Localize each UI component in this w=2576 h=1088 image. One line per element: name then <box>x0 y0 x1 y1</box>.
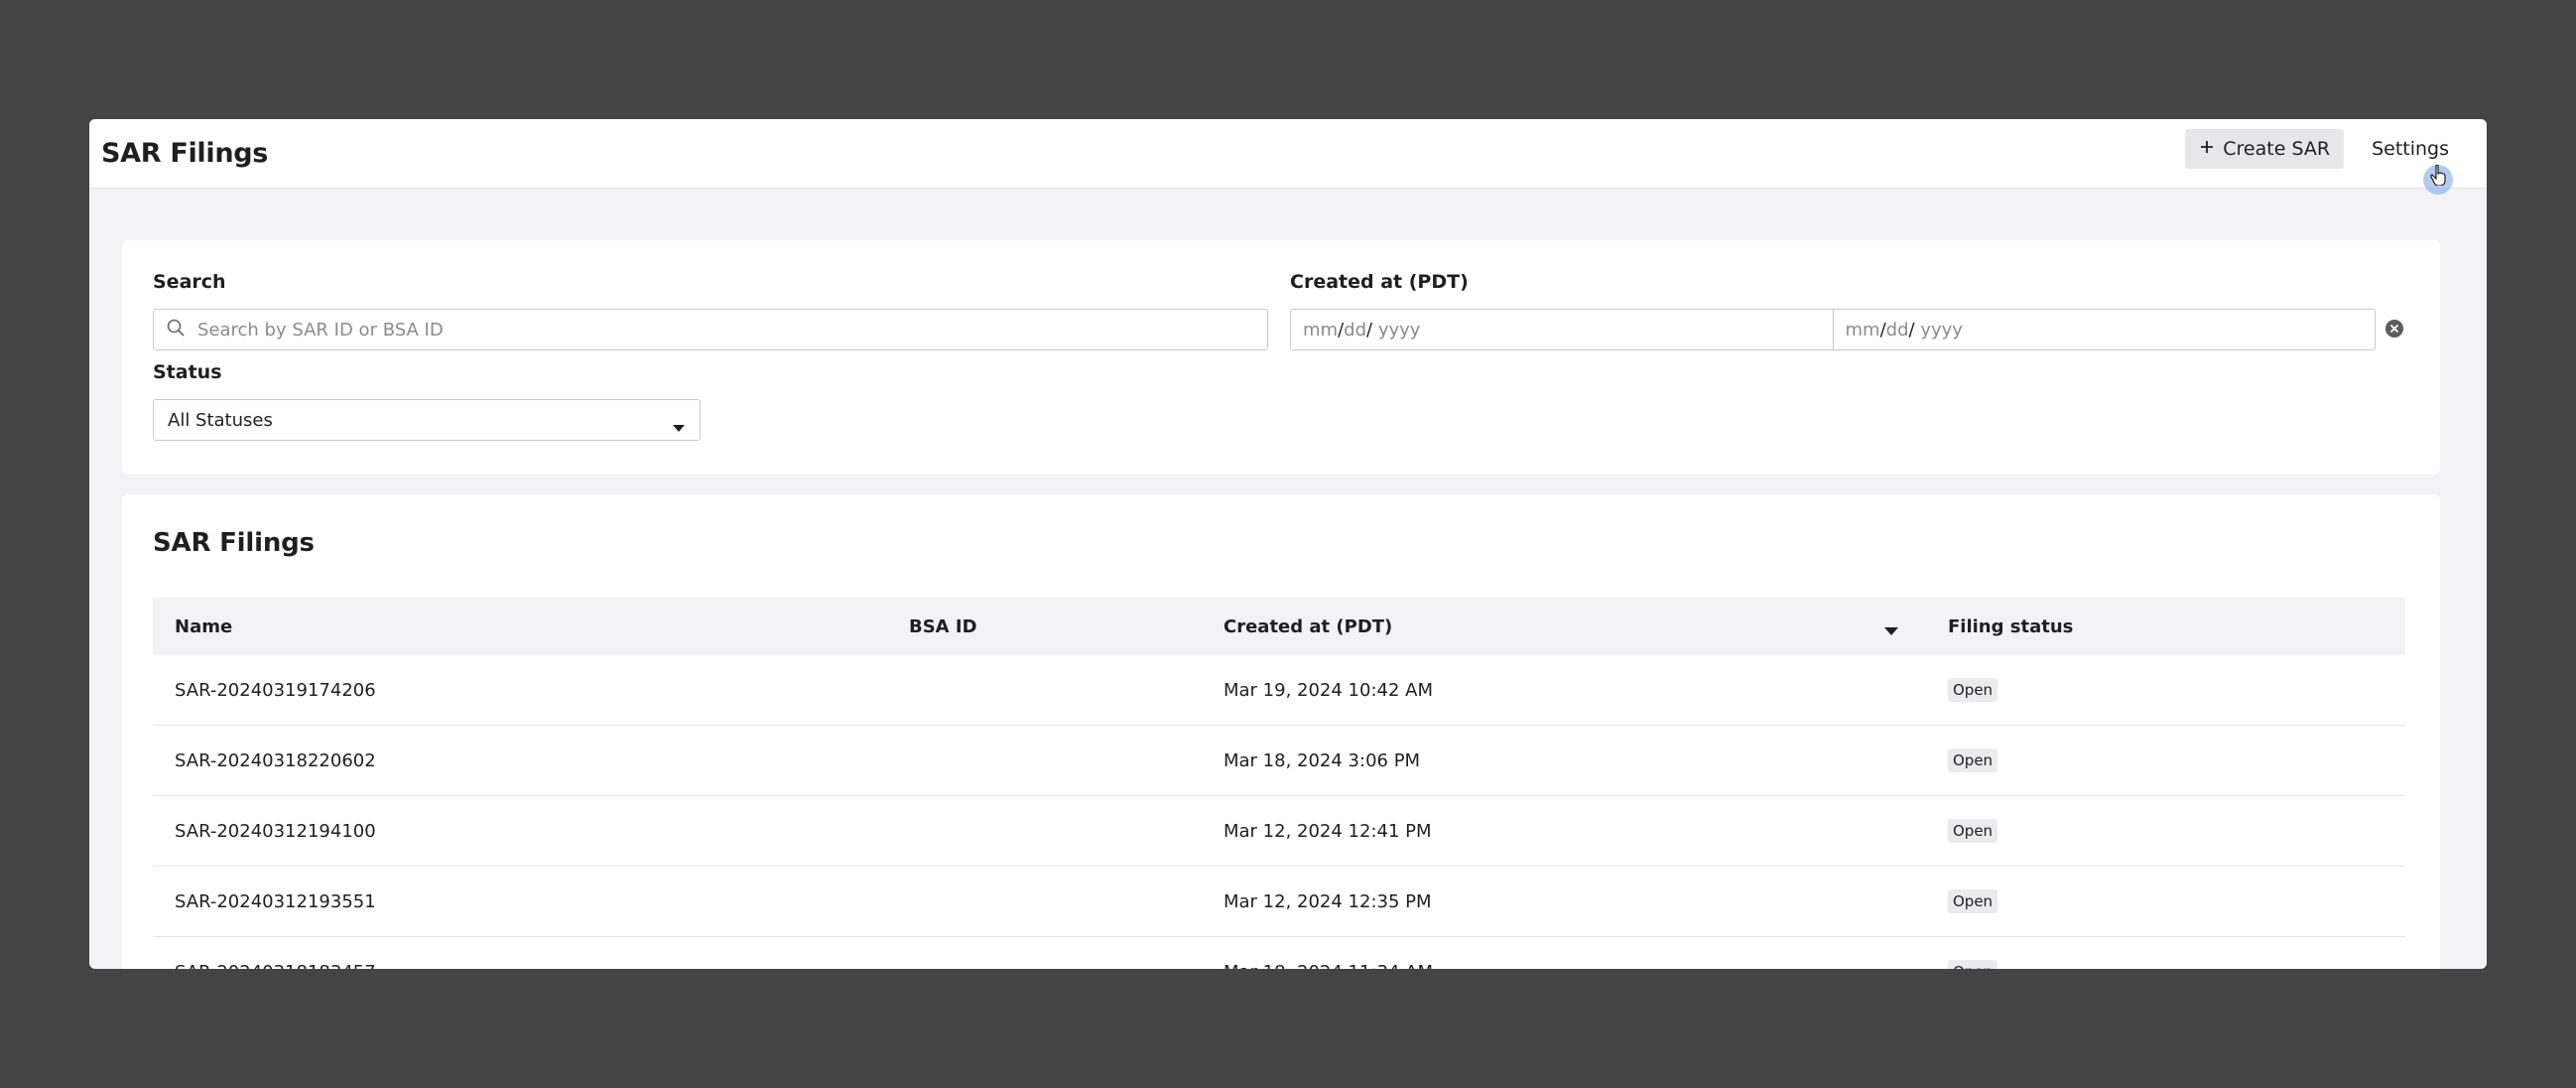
date-separator: / <box>1908 319 1915 340</box>
row-name[interactable]: SAR-20240318220602 <box>175 726 376 795</box>
row-name[interactable]: SAR-20240312194100 <box>175 796 376 866</box>
status-select-value: All Statuses <box>168 409 273 431</box>
start-year[interactable]: yyyy <box>1378 320 1421 340</box>
row-created-at: Mar 12, 2024 12:35 PM <box>1224 890 1432 912</box>
search-label: Search <box>153 271 226 293</box>
hand-pointer-icon <box>2430 164 2448 190</box>
app-window: SAR Filings Create SAR Settings Search C… <box>89 119 2487 969</box>
top-bar: SAR Filings Create SAR Settings <box>89 119 2487 189</box>
column-header-created-at[interactable]: Created at (PDT) <box>1224 598 1392 655</box>
table-row[interactable]: SAR-20240318220602 Mar 18, 2024 3:06 PM … <box>153 726 2405 796</box>
row-created-at: Mar 12, 2024 12:41 PM <box>1224 820 1432 842</box>
status-badge: Open <box>1948 819 1998 843</box>
filter-panel: Search Created at (PDT) mm/dd/ yyyy mm/d… <box>122 240 2440 475</box>
row-status: Open <box>1948 655 1998 725</box>
plus-icon <box>2199 138 2215 160</box>
start-day[interactable]: dd <box>1344 320 1366 340</box>
table-row[interactable]: SAR-20240318183457 Mar 18, 2024 11:34 AM… <box>153 937 2405 969</box>
end-year[interactable]: yyyy <box>1920 320 1963 340</box>
created-at-label: Created at (PDT) <box>1290 271 1469 293</box>
status-badge: Open <box>1948 960 1998 969</box>
end-date-input[interactable]: mm / dd / yyyy <box>1832 310 2376 349</box>
page-title: SAR Filings <box>101 138 269 169</box>
end-month[interactable]: mm <box>1846 320 1880 340</box>
row-status: Open <box>1948 937 1998 969</box>
status-badge: Open <box>1948 678 1998 702</box>
table-row[interactable]: SAR-20240319174206 Mar 19, 2024 10:42 AM… <box>153 655 2405 726</box>
search-icon <box>166 318 186 341</box>
row-name[interactable]: SAR-20240318183457 <box>175 937 376 970</box>
create-sar-label: Create SAR <box>2223 138 2331 160</box>
search-input[interactable] <box>195 318 1241 341</box>
filings-table: Name BSA ID Created at (PDT) Filing stat… <box>153 598 2405 969</box>
row-name[interactable]: SAR-20240319174206 <box>175 655 376 725</box>
row-created-at: Mar 18, 2024 3:06 PM <box>1224 749 1421 771</box>
date-range-input: mm / dd / yyyy mm / dd / yyyy <box>1290 309 2376 350</box>
column-header-name[interactable]: Name <box>175 598 232 655</box>
create-sar-button[interactable]: Create SAR <box>2185 129 2345 169</box>
row-status: Open <box>1948 867 1998 936</box>
row-status: Open <box>1948 796 1998 866</box>
search-field[interactable] <box>153 309 1268 350</box>
sort-descending-icon[interactable] <box>1883 621 1899 642</box>
top-actions: Create SAR Settings <box>2185 129 2459 169</box>
start-month[interactable]: mm <box>1303 320 1338 340</box>
table-header: Name BSA ID Created at (PDT) Filing stat… <box>153 598 2405 655</box>
clear-date-icon[interactable] <box>2384 319 2404 342</box>
row-name[interactable]: SAR-20240312193551 <box>175 867 376 936</box>
column-header-bsa-id[interactable]: BSA ID <box>909 598 977 655</box>
end-day[interactable]: dd <box>1886 320 1909 340</box>
status-label: Status <box>153 361 222 383</box>
chevron-down-icon <box>672 417 686 438</box>
row-created-at: Mar 18, 2024 11:34 AM <box>1224 937 1433 970</box>
start-date-input[interactable]: mm / dd / yyyy <box>1291 310 1833 349</box>
settings-button[interactable]: Settings <box>2362 129 2459 169</box>
filings-table-card: SAR Filings Name BSA ID Created at (PDT)… <box>122 494 2440 969</box>
status-badge: Open <box>1948 889 1998 913</box>
table-row[interactable]: SAR-20240312194100 Mar 12, 2024 12:41 PM… <box>153 796 2405 867</box>
table-row[interactable]: SAR-20240312193551 Mar 12, 2024 12:35 PM… <box>153 867 2405 937</box>
status-select[interactable]: All Statuses <box>153 399 701 441</box>
row-status: Open <box>1948 726 1998 795</box>
status-badge: Open <box>1948 748 1998 772</box>
date-separator: / <box>1366 319 1373 340</box>
row-created-at: Mar 19, 2024 10:42 AM <box>1224 679 1433 701</box>
column-header-filing-status[interactable]: Filing status <box>1948 598 2073 655</box>
table-title: SAR Filings <box>153 528 315 558</box>
